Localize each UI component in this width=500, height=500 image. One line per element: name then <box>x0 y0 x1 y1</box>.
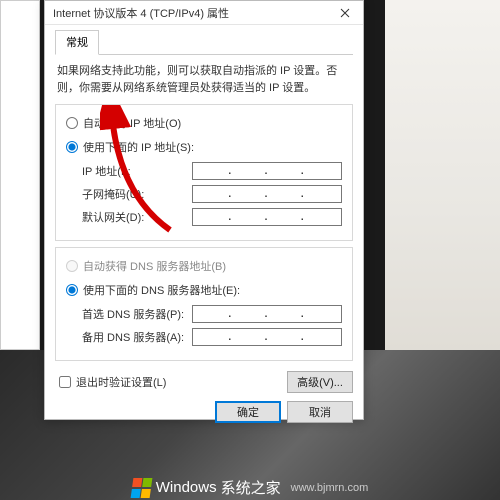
dns-alt-input[interactable]: ... <box>192 328 342 346</box>
titlebar: Internet 协议版本 4 (TCP/IPv4) 属性 <box>45 1 363 25</box>
gateway-label: 默认网关(D): <box>82 209 192 225</box>
windows-logo-icon <box>130 478 153 498</box>
tab-general[interactable]: 常规 <box>55 30 99 55</box>
ip-auto-label: 自动获得 IP 地址(O) <box>83 115 181 131</box>
subnet-mask-row: 子网掩码(U): ... <box>66 184 342 204</box>
dns-auto-label: 自动获得 DNS 服务器地址(B) <box>83 258 226 274</box>
dns-manual-label: 使用下面的 DNS 服务器地址(E): <box>83 282 240 298</box>
dns-primary-label: 首选 DNS 服务器(P): <box>82 306 192 322</box>
ip-address-row: IP 地址(I): ... <box>66 161 342 181</box>
ip-manual-radio[interactable] <box>66 141 78 153</box>
ip-address-group: 自动获得 IP 地址(O) 使用下面的 IP 地址(S): IP 地址(I): … <box>55 104 353 241</box>
ip-manual-radio-row[interactable]: 使用下面的 IP 地址(S): <box>66 137 342 157</box>
cancel-button[interactable]: 取消 <box>287 401 353 423</box>
dns-alt-row: 备用 DNS 服务器(A): ... <box>66 327 342 347</box>
ipv4-properties-dialog: Internet 协议版本 4 (TCP/IPv4) 属性 常规 如果网络支持此… <box>44 0 364 420</box>
subnet-mask-input[interactable]: ... <box>192 185 342 203</box>
ok-button[interactable]: 确定 <box>215 401 281 423</box>
close-button[interactable] <box>327 1 363 25</box>
ip-manual-label: 使用下面的 IP 地址(S): <box>83 139 194 155</box>
dns-alt-label: 备用 DNS 服务器(A): <box>82 329 192 345</box>
description-text: 如果网络支持此功能，则可以获取自动指派的 IP 设置。否则，你需要从网络系统管理… <box>55 61 353 104</box>
dialog-title: Internet 协议版本 4 (TCP/IPv4) 属性 <box>53 5 327 21</box>
gateway-input[interactable]: ... <box>192 208 342 226</box>
validate-label: 退出时验证设置(L) <box>76 374 166 390</box>
dns-auto-radio-row: 自动获得 DNS 服务器地址(B) <box>66 256 342 276</box>
dns-group: 自动获得 DNS 服务器地址(B) 使用下面的 DNS 服务器地址(E): 首选… <box>55 247 353 361</box>
close-icon <box>340 8 350 18</box>
subnet-mask-label: 子网掩码(U): <box>82 186 192 202</box>
ip-address-label: IP 地址(I): <box>82 163 192 179</box>
watermark-site: 系统之家 <box>221 477 281 498</box>
dns-auto-radio <box>66 260 78 272</box>
watermark-url: www.bjmrn.com <box>291 482 369 494</box>
advanced-button[interactable]: 高级(V)... <box>287 371 353 393</box>
ip-address-input[interactable]: ... <box>192 162 342 180</box>
dialog-buttons: 确定 取消 <box>55 393 353 423</box>
ip-auto-radio[interactable] <box>66 117 78 129</box>
ip-auto-radio-row[interactable]: 自动获得 IP 地址(O) <box>66 113 342 133</box>
dns-primary-input[interactable]: ... <box>192 305 342 323</box>
tab-strip: 常规 <box>55 29 353 55</box>
watermark-brand: Windows <box>156 479 217 496</box>
background-window-left <box>0 0 40 350</box>
validate-checkbox-row[interactable]: 退出时验证设置(L) <box>59 372 166 392</box>
dns-manual-radio[interactable] <box>66 284 78 296</box>
watermark: Windows 系统之家 www.bjmrn.com <box>0 477 500 498</box>
validate-checkbox[interactable] <box>59 376 71 388</box>
dns-manual-radio-row[interactable]: 使用下面的 DNS 服务器地址(E): <box>66 280 342 300</box>
gateway-row: 默认网关(D): ... <box>66 207 342 227</box>
dns-primary-row: 首选 DNS 服务器(P): ... <box>66 304 342 324</box>
